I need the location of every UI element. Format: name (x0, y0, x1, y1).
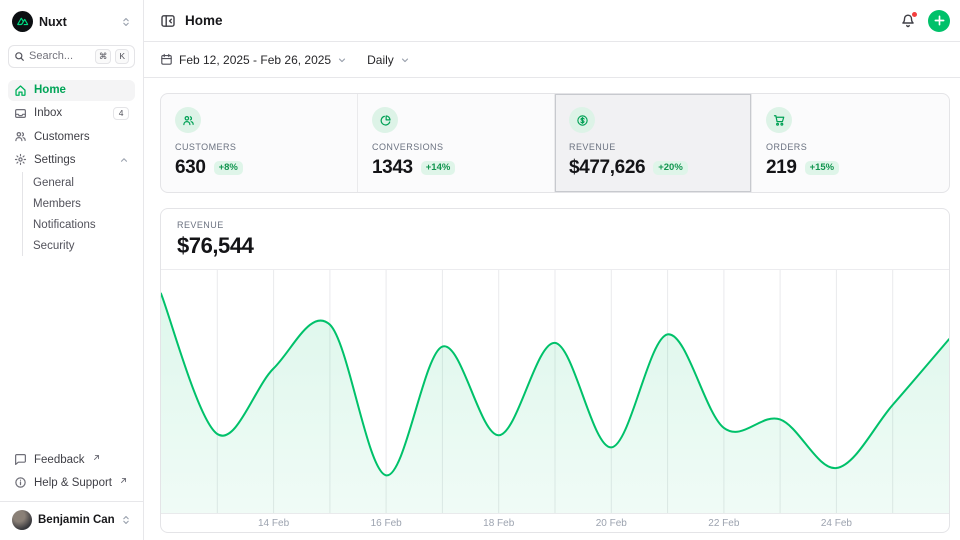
kbd-k: K (115, 49, 129, 64)
external-link-icon (120, 477, 127, 484)
sidebar-item-members[interactable]: Members (23, 193, 135, 214)
settings-sub-list: General Members Notifications Security (22, 172, 135, 256)
search-icon (14, 51, 25, 62)
stat-label: REVENUE (569, 142, 737, 152)
avatar (12, 510, 32, 530)
users-icon (175, 107, 201, 133)
notifications-button[interactable] (900, 13, 916, 29)
dashboard-content: CUSTOMERS 630 +8% CONVERSIONS 1343 +14% (144, 78, 960, 540)
stat-label: CUSTOMERS (175, 142, 343, 152)
speech-bubble-icon (14, 453, 27, 466)
date-range-label: Feb 12, 2025 - Feb 26, 2025 (179, 53, 331, 67)
sidebar-item-label: Help & Support (34, 477, 112, 489)
panel-left-close-icon[interactable] (160, 13, 176, 29)
user-name: Benjamin Canac (38, 514, 115, 526)
stat-delta-badge: +8% (214, 161, 243, 176)
stat-label: ORDERS (766, 142, 935, 152)
info-circle-icon (14, 476, 27, 489)
x-axis-label: 18 Feb (483, 518, 514, 529)
sidebar-item-label: Settings (34, 154, 76, 166)
x-axis-label: 16 Feb (371, 518, 402, 529)
stat-card-orders[interactable]: ORDERS 219 +15% (752, 94, 949, 192)
sidebar-item-inbox[interactable]: Inbox 4 (8, 103, 135, 125)
stat-value: 219 (766, 157, 797, 179)
stat-value: $477,626 (569, 157, 645, 179)
add-button[interactable] (928, 10, 950, 32)
sidebar-spacer (8, 256, 135, 449)
sidebar-item-notifications[interactable]: Notifications (23, 214, 135, 235)
home-icon (14, 84, 27, 97)
stat-delta-badge: +15% (805, 161, 840, 176)
team-switcher[interactable]: Nuxt (8, 8, 135, 35)
stats-row: CUSTOMERS 630 +8% CONVERSIONS 1343 +14% (160, 93, 950, 193)
sidebar-item-label: Customers (34, 131, 90, 143)
stat-value: 630 (175, 157, 206, 179)
interval-select[interactable]: Daily (367, 53, 410, 67)
pie-chart-icon (372, 107, 398, 133)
sidebar-item-feedback[interactable]: Feedback (8, 449, 135, 470)
stat-label: CONVERSIONS (372, 142, 540, 152)
revenue-chart-card: REVENUE $76,544 14 Feb 16 Feb 18 Feb 20 Feb… (160, 208, 950, 533)
search-input[interactable] (29, 50, 91, 62)
stat-card-customers[interactable]: CUSTOMERS 630 +8% (161, 94, 358, 192)
sidebar-item-label: Home (34, 84, 66, 96)
chart-plot-area[interactable] (161, 270, 949, 513)
search-bar[interactable]: ⌘ K (8, 45, 135, 68)
notification-dot (911, 11, 918, 18)
x-axis-label: 24 Feb (821, 518, 852, 529)
plus-icon (934, 15, 945, 26)
stat-card-revenue[interactable]: REVENUE $477,626 +20% (555, 94, 752, 192)
sidebar-item-customers[interactable]: Customers (8, 126, 135, 147)
sidebar-nav: Home Inbox 4 Customers Settings Ge (8, 80, 135, 257)
inbox-icon (14, 107, 27, 120)
chevron-down-icon (400, 55, 410, 65)
inbox-count-badge: 4 (113, 107, 129, 121)
main-area: Home Feb 12, 2025 - Feb 26, 2025 Daily (144, 0, 960, 540)
cart-icon (766, 107, 792, 133)
chart-x-axis: 14 Feb 16 Feb 18 Feb 20 Feb 22 Feb 24 Feb (161, 513, 949, 532)
stat-delta-badge: +20% (653, 161, 688, 176)
gear-icon (14, 153, 27, 166)
chart-label: REVENUE (177, 220, 933, 230)
sidebar-item-settings[interactable]: Settings (8, 149, 135, 170)
calendar-icon (160, 53, 173, 66)
users-icon (14, 130, 27, 143)
chart-header: REVENUE $76,544 (161, 209, 949, 270)
sidebar-item-label: Feedback (34, 454, 85, 466)
chevrons-up-down-icon (121, 515, 131, 525)
dollar-circle-icon (569, 107, 595, 133)
chevron-up-icon (119, 155, 129, 165)
nuxt-logo (12, 11, 33, 32)
x-axis-label: 14 Feb (258, 518, 289, 529)
filters-bar: Feb 12, 2025 - Feb 26, 2025 Daily (144, 42, 960, 78)
stat-card-conversions[interactable]: CONVERSIONS 1343 +14% (358, 94, 555, 192)
stat-delta-badge: +14% (421, 161, 456, 176)
external-link-icon (93, 454, 100, 461)
team-name: Nuxt (39, 15, 115, 29)
sidebar-item-general[interactable]: General (23, 172, 135, 193)
date-range-picker[interactable]: Feb 12, 2025 - Feb 26, 2025 (160, 53, 347, 67)
x-axis-label: 20 Feb (596, 518, 627, 529)
sidebar-item-security[interactable]: Security (23, 235, 135, 256)
sidebar-item-help-support[interactable]: Help & Support (8, 472, 135, 493)
chevron-down-icon (337, 55, 347, 65)
chart-total: $76,544 (177, 233, 933, 259)
x-axis-label: 22 Feb (708, 518, 739, 529)
stat-value: 1343 (372, 157, 413, 179)
top-bar: Home (144, 0, 960, 42)
revenue-chart-svg (161, 270, 949, 513)
kbd-cmd: ⌘ (95, 49, 112, 64)
sidebar-item-label: Inbox (34, 107, 62, 119)
sidebar-item-home[interactable]: Home (8, 80, 135, 101)
chevrons-up-down-icon (121, 17, 131, 27)
sidebar-footer-nav: Feedback Help & Support (8, 449, 135, 493)
interval-label: Daily (367, 53, 394, 67)
sidebar: Nuxt ⌘ K Home Inbox 4 (0, 0, 144, 540)
page-title: Home (185, 13, 223, 28)
user-menu[interactable]: Benjamin Canac (8, 502, 135, 532)
top-bar-actions (900, 10, 950, 32)
